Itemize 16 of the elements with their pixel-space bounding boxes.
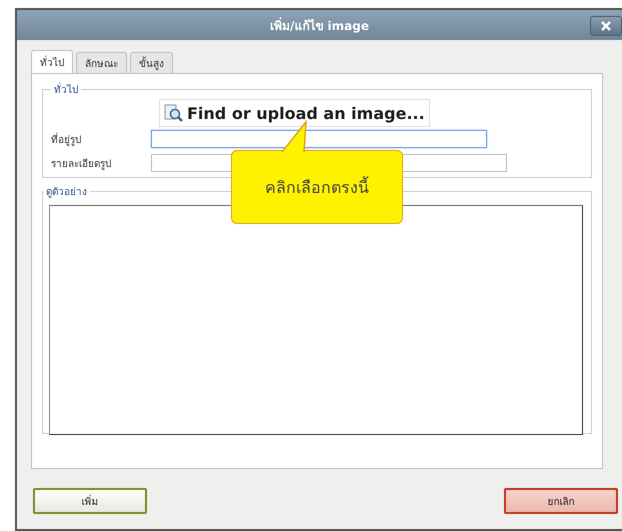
tab[interactable]: ลักษณะ (76, 52, 127, 73)
add-button[interactable]: เพิ่ม (33, 488, 147, 514)
tab[interactable]: ทั่วไป (31, 50, 73, 73)
input-field[interactable] (151, 130, 487, 148)
callout-text: คลิกเลือกตรงนี้ (265, 175, 369, 198)
group-legend: ทั่วไป (51, 82, 81, 97)
cancel-button[interactable]: ยกเลิก (504, 488, 618, 514)
close-button[interactable] (590, 16, 622, 36)
group-legend: ดูตัวอย่าง (43, 184, 90, 199)
search-icon (164, 103, 184, 123)
window-title: เพิ่ม/แก้ไข image (270, 16, 369, 34)
close-icon (600, 20, 612, 32)
find-image-button[interactable]: Find or upload an image... (159, 99, 430, 127)
field-label: รายละเอียดรูป (51, 158, 112, 170)
field-label: ที่อยู่รูป (51, 132, 82, 146)
tab[interactable]: ขั้นสูง (130, 52, 173, 73)
